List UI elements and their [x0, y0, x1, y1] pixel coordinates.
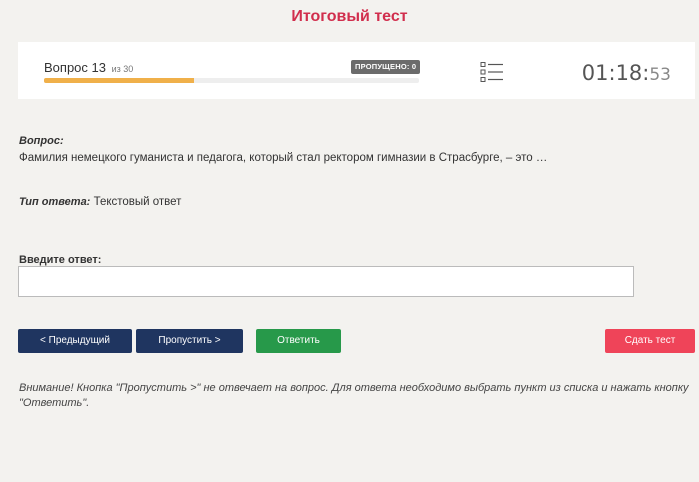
question-total: из 30 [111, 64, 134, 74]
question-counter: Вопрос 13 из 30 [44, 60, 133, 75]
timer: 01:18:53 [582, 61, 671, 85]
skip-button[interactable]: Пропустить > [136, 329, 243, 353]
answer-input-label: Введите ответ: [19, 254, 102, 266]
question-label: Вопрос: [19, 135, 64, 147]
submit-test-button[interactable]: Сдать тест [605, 329, 695, 353]
progress-fill [44, 78, 194, 83]
answer-button[interactable]: Ответить [256, 329, 341, 353]
answer-type-label: Тип ответа: [19, 196, 91, 208]
question-text: Фамилия немецкого гуманиста и педагога, … [19, 152, 548, 164]
answer-type-value: Текстовый ответ [93, 196, 182, 208]
timer-main: 01:18: [581, 61, 650, 85]
answer-type: Тип ответа: Текстовый ответ [19, 196, 181, 208]
answer-input[interactable] [18, 266, 634, 297]
previous-button[interactable]: < Предыдущий [18, 329, 132, 353]
list-icon[interactable] [480, 61, 504, 83]
progress-bar [44, 78, 419, 83]
skipped-badge: ПРОПУЩЕНО: 0 [351, 60, 421, 74]
list-icon-graphic [480, 62, 503, 82]
test-status-panel: Вопрос 13 из 30 ПРОПУЩЕНО: 0 01:18:53 [18, 42, 695, 99]
timer-seconds: 53 [649, 65, 671, 85]
question-number: Вопрос 13 [44, 60, 106, 75]
page-title: Итоговый тест [291, 8, 408, 25]
notice-text: Внимание! Кнопка "Пропустить >" не отвеч… [19, 382, 689, 409]
